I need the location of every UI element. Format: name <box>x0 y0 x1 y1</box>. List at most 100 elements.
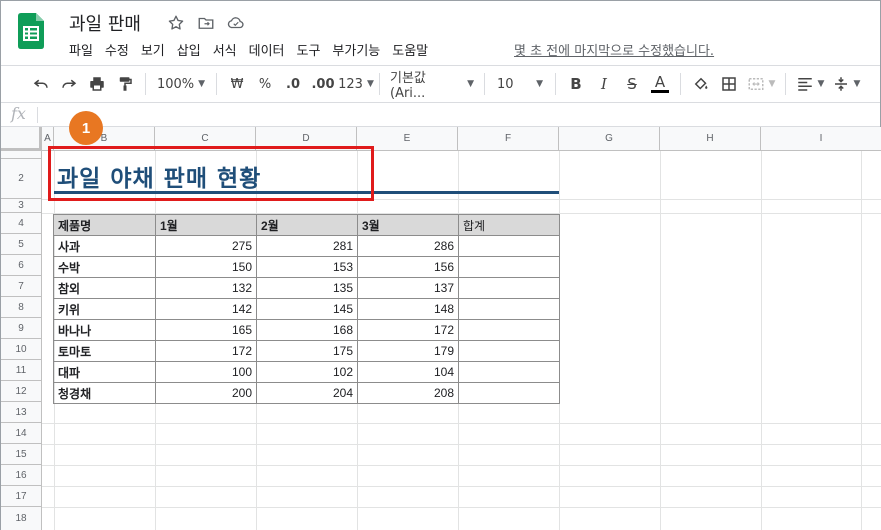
menu-insert[interactable]: 삽입 <box>171 40 207 59</box>
menu-edit[interactable]: 수정 <box>99 40 135 59</box>
column-header-i[interactable]: I <box>761 127 881 151</box>
row-header-7[interactable]: 7 <box>1 276 42 297</box>
product-cell[interactable]: 수박 <box>53 256 156 278</box>
strikethrough-button[interactable]: S <box>618 70 646 98</box>
header-cell-total[interactable]: 합계 <box>458 214 560 236</box>
column-header-g[interactable]: G <box>559 127 660 151</box>
row-header-15[interactable]: 15 <box>1 444 42 465</box>
menu-format[interactable]: 서식 <box>207 40 243 59</box>
undo-icon[interactable] <box>27 70 55 98</box>
value-cell[interactable]: 204 <box>256 382 358 404</box>
merge-cells-icon[interactable]: ▼ <box>743 70 779 98</box>
total-cell[interactable] <box>458 340 560 362</box>
column-header-h[interactable]: H <box>660 127 761 151</box>
last-edit-link[interactable]: 몇 초 전에 마지막으로 수정했습니다. <box>514 40 714 59</box>
borders-icon[interactable] <box>715 70 743 98</box>
value-cell[interactable]: 102 <box>256 361 358 383</box>
star-icon[interactable] <box>165 12 187 34</box>
row-header-2[interactable]: 2 <box>1 159 42 199</box>
menu-help[interactable]: 도움말 <box>386 40 434 59</box>
value-cell[interactable]: 148 <box>357 298 459 320</box>
increase-decimal-button[interactable]: .00 <box>307 70 339 98</box>
total-cell[interactable] <box>458 277 560 299</box>
menu-addons[interactable]: 부가기능 <box>326 40 386 59</box>
more-formats-button[interactable]: 123 ▼ <box>338 70 374 98</box>
zoom-select[interactable]: 100% ▼ <box>152 70 210 98</box>
menu-file[interactable]: 파일 <box>69 40 99 59</box>
document-title[interactable]: 과일 판매 <box>69 10 141 36</box>
row-header-3[interactable]: 3 <box>1 199 42 213</box>
vertical-align-icon[interactable]: ▼ <box>828 70 864 98</box>
row-header-6[interactable]: 6 <box>1 255 42 276</box>
product-cell[interactable]: 참외 <box>53 277 156 299</box>
value-cell[interactable]: 142 <box>155 298 257 320</box>
header-cell-product[interactable]: 제품명 <box>53 214 156 236</box>
font-size-select[interactable]: 10 ▼ <box>491 70 549 98</box>
total-cell[interactable] <box>458 382 560 404</box>
value-cell[interactable]: 104 <box>357 361 459 383</box>
row-header-14[interactable]: 14 <box>1 423 42 444</box>
value-cell[interactable]: 179 <box>357 340 459 362</box>
row-header-hidden[interactable] <box>1 151 42 159</box>
menu-tools[interactable]: 도구 <box>291 40 327 59</box>
text-color-button[interactable]: A <box>646 70 674 98</box>
value-cell[interactable]: 281 <box>256 235 358 257</box>
total-cell[interactable] <box>458 298 560 320</box>
value-cell[interactable]: 100 <box>155 361 257 383</box>
row-header-8[interactable]: 8 <box>1 297 42 318</box>
header-cell-feb[interactable]: 2월 <box>256 214 358 236</box>
decrease-decimal-button[interactable]: .0 <box>279 70 307 98</box>
value-cell[interactable]: 137 <box>357 277 459 299</box>
product-cell[interactable]: 바나나 <box>53 319 156 341</box>
column-header-f[interactable]: F <box>458 127 559 151</box>
header-cell-jan[interactable]: 1월 <box>155 214 257 236</box>
bold-button[interactable]: B <box>562 70 590 98</box>
header-cell-mar[interactable]: 3월 <box>357 214 459 236</box>
value-cell[interactable]: 208 <box>357 382 459 404</box>
menu-view[interactable]: 보기 <box>135 40 171 59</box>
product-cell[interactable]: 대파 <box>53 361 156 383</box>
row-header-4[interactable]: 4 <box>1 213 42 234</box>
row-header-9[interactable]: 9 <box>1 318 42 339</box>
product-cell[interactable]: 토마토 <box>53 340 156 362</box>
percent-format-button[interactable]: % <box>251 70 279 98</box>
row-header-18[interactable]: 18 <box>1 507 42 530</box>
value-cell[interactable]: 172 <box>357 319 459 341</box>
select-all-corner[interactable] <box>1 127 42 151</box>
value-cell[interactable]: 132 <box>155 277 257 299</box>
value-cell[interactable]: 156 <box>357 256 459 278</box>
product-cell[interactable]: 키위 <box>53 298 156 320</box>
formula-bar[interactable]: fx <box>1 103 880 127</box>
product-cell[interactable]: 청경채 <box>53 382 156 404</box>
value-cell[interactable]: 175 <box>256 340 358 362</box>
row-header-17[interactable]: 17 <box>1 486 42 507</box>
row-header-11[interactable]: 11 <box>1 360 42 381</box>
redo-icon[interactable] <box>55 70 83 98</box>
currency-format-button[interactable]: ₩ <box>223 70 251 98</box>
value-cell[interactable]: 153 <box>256 256 358 278</box>
font-family-select[interactable]: 기본값 (Ari... ▼ <box>386 70 478 101</box>
row-header-16[interactable]: 16 <box>1 465 42 486</box>
total-cell[interactable] <box>458 319 560 341</box>
value-cell[interactable]: 168 <box>256 319 358 341</box>
value-cell[interactable]: 135 <box>256 277 358 299</box>
value-cell[interactable]: 275 <box>155 235 257 257</box>
fill-color-icon[interactable] <box>687 70 715 98</box>
paint-format-icon[interactable] <box>111 70 139 98</box>
row-header-10[interactable]: 10 <box>1 339 42 360</box>
total-cell[interactable] <box>458 235 560 257</box>
value-cell[interactable]: 286 <box>357 235 459 257</box>
value-cell[interactable]: 150 <box>155 256 257 278</box>
value-cell[interactable]: 200 <box>155 382 257 404</box>
horizontal-align-icon[interactable]: ▼ <box>792 70 828 98</box>
row-header-5[interactable]: 5 <box>1 234 42 255</box>
value-cell[interactable]: 145 <box>256 298 358 320</box>
value-cell[interactable]: 165 <box>155 319 257 341</box>
total-cell[interactable] <box>458 256 560 278</box>
value-cell[interactable]: 172 <box>155 340 257 362</box>
italic-button[interactable]: I <box>590 70 618 98</box>
row-header-13[interactable]: 13 <box>1 402 42 423</box>
product-cell[interactable]: 사과 <box>53 235 156 257</box>
row-header-12[interactable]: 12 <box>1 381 42 402</box>
sheets-logo-icon[interactable] <box>18 13 44 49</box>
